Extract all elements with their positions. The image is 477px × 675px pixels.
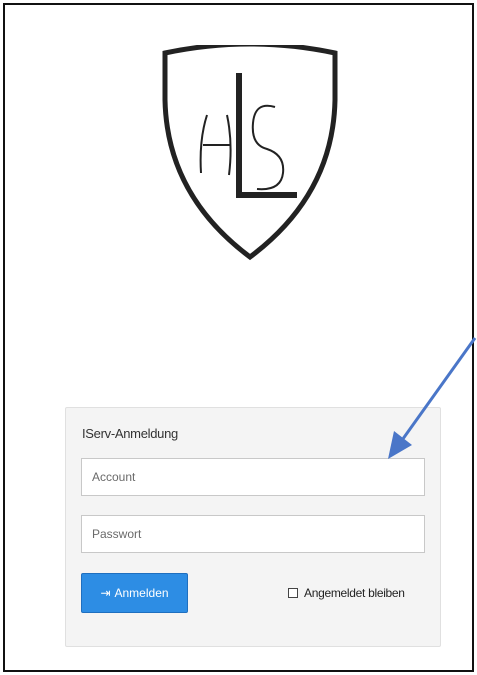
password-input[interactable] (81, 515, 425, 553)
remember-me-checkbox[interactable] (288, 588, 298, 598)
arrow-annotation-icon (388, 337, 477, 459)
account-input[interactable] (81, 458, 425, 496)
login-button-label: Anmelden (114, 586, 169, 600)
school-crest-logo (162, 45, 338, 261)
remember-me-label: Angemeldet bleiben (304, 586, 405, 600)
login-icon: ⇥ (100, 586, 111, 600)
login-panel-title: IServ-Anmeldung (82, 426, 178, 441)
login-button[interactable]: ⇥ Anmelden (81, 573, 188, 613)
remember-me-option[interactable]: Angemeldet bleiben (288, 586, 405, 600)
